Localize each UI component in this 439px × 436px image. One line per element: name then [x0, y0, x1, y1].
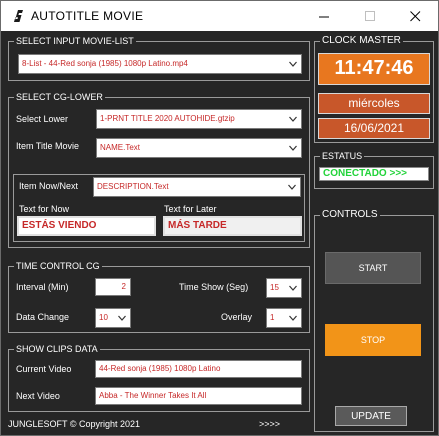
clock-master-group: CLOCK MASTER 11:47:46 miércoles 16/06/20… [314, 35, 434, 143]
text-later-label: Text for Later [164, 204, 217, 214]
movie-list-select[interactable]: 8-List - 44-Red sonja (1985) 1080p Latin… [18, 54, 302, 74]
time-control-section-label: TIME CONTROL CG [14, 261, 102, 272]
item-title-value: NAME.Text [100, 143, 141, 152]
clips-section-label: SHOW CLIPS DATA [14, 344, 100, 355]
current-video-label: Current Video [16, 364, 72, 374]
next-video-field[interactable]: Abba - The Winner Takes It All [95, 387, 302, 405]
time-show-select[interactable]: 15 [266, 278, 302, 298]
time-show-label: Time Show (Seg) [179, 282, 249, 292]
chevron-down-icon [289, 145, 297, 151]
cg-lower-section-label: SELECT CG-LOWER [14, 92, 105, 103]
controls-group: CONTROLS START STOP UPDATE [314, 209, 434, 432]
clock-date: 16/06/2021 [318, 118, 430, 139]
data-change-select[interactable]: 10 [95, 308, 131, 328]
interval-label: Interval (Min) [16, 282, 69, 292]
item-now-next-value: DESCRIPTION.Text [97, 182, 169, 191]
app-window: AUTOTITLE MOVIE SELECT INPUT MOVIE-LIST … [0, 0, 439, 436]
chevron-down-icon [289, 61, 297, 67]
chevron-down-icon [289, 116, 297, 122]
time-show-value: 15 [270, 283, 279, 292]
maximize-icon [364, 10, 375, 21]
start-button[interactable]: START [325, 252, 421, 284]
app-logo-icon [11, 8, 27, 24]
item-title-label: Item Title Movie [16, 141, 80, 151]
status-indicator: CONECTADO >>> [319, 167, 429, 181]
select-lower-select[interactable]: 1-PRNT TITLE 2020 AUTOHIDE.gtzip [96, 109, 302, 129]
clips-data-group: SHOW CLIPS DATA Current Video 44-Red son… [8, 344, 310, 412]
status-group: ESTATUS CONECTADO >>> [314, 151, 434, 189]
copyright-text: JUNGLESOFT © Copyright 2021 [8, 419, 141, 429]
time-control-group: TIME CONTROL CG Interval (Min) 2 Time Sh… [8, 261, 310, 333]
update-button[interactable]: UPDATE [335, 406, 407, 426]
controls-section-label: CONTROLS [320, 209, 380, 220]
overlay-label: Overlay [221, 312, 253, 322]
input-movie-group: SELECT INPUT MOVIE-LIST 8-List - 44-Red … [8, 36, 310, 81]
data-change-label: Data Change [16, 312, 70, 322]
text-now-label: Text for Now [19, 204, 70, 214]
text-now-field[interactable]: ESTÁS VIENDO [17, 216, 156, 236]
interval-field[interactable]: 2 [95, 278, 131, 296]
item-title-select[interactable]: NAME.Text [96, 138, 302, 158]
select-lower-label: Select Lower [16, 114, 69, 124]
minimize-button[interactable] [301, 1, 347, 31]
footer-arrows: >>>> [259, 419, 281, 429]
item-now-next-label: Item Now/Next [19, 181, 79, 191]
clock-weekday: miércoles [318, 93, 430, 114]
select-lower-value: 1-PRNT TITLE 2020 AUTOHIDE.gtzip [100, 114, 235, 123]
item-now-next-select[interactable]: DESCRIPTION.Text [93, 177, 301, 197]
minimize-icon [318, 16, 329, 17]
movie-list-value: 8-List - 44-Red sonja (1985) 1080p Latin… [22, 59, 188, 68]
chevron-down-icon [289, 315, 297, 321]
close-button[interactable] [392, 1, 438, 31]
overlay-value: 1 [270, 313, 275, 322]
cg-lower-group: SELECT CG-LOWER Select Lower 1-PRNT TITL… [8, 92, 310, 248]
window-title: AUTOTITLE MOVIE [31, 9, 144, 23]
stop-button[interactable]: STOP [325, 324, 421, 356]
chevron-down-icon [118, 315, 126, 321]
overlay-select[interactable]: 1 [266, 308, 302, 328]
maximize-button [347, 1, 393, 31]
clock-time-text: 11:47:46 [334, 57, 414, 79]
chevron-down-icon [288, 184, 296, 190]
data-change-value: 10 [99, 313, 108, 322]
next-video-label: Next Video [16, 391, 60, 401]
chevron-down-icon [289, 285, 297, 291]
close-icon [409, 10, 420, 21]
text-later-field[interactable]: MÁS TARDE [163, 216, 302, 236]
current-video-field[interactable]: 44-Red sonja (1985) 1080p Latino [95, 360, 302, 378]
now-next-subgroup: Item Now/Next DESCRIPTION.Text Text for … [13, 174, 305, 242]
clock-section-label: CLOCK MASTER [320, 35, 403, 46]
clock-time-display: 11:47:46 [318, 53, 430, 85]
title-bar: AUTOTITLE MOVIE [1, 1, 438, 31]
input-movie-section-label: SELECT INPUT MOVIE-LIST [14, 36, 136, 47]
status-section-label: ESTATUS [320, 151, 365, 162]
